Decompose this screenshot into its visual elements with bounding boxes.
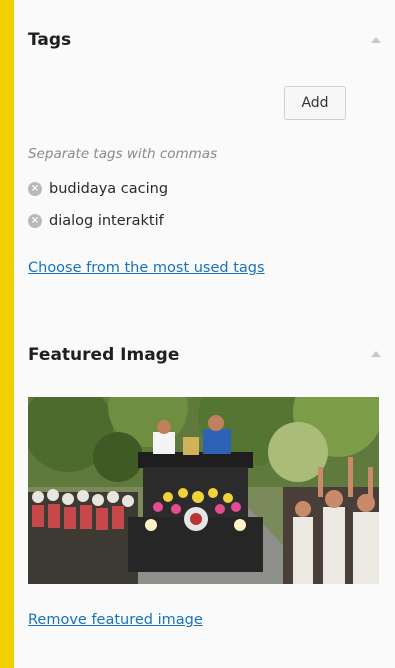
sidebar-panel: Tags Add Separate tags with commas × bud… <box>14 0 395 668</box>
tag-label: dialog interaktif <box>49 213 164 229</box>
add-tag-button[interactable]: Add <box>284 86 346 120</box>
remove-tag-icon[interactable]: × <box>28 182 42 196</box>
tags-box-title: Tags <box>28 30 72 50</box>
tags-collapse-icon[interactable] <box>371 37 381 43</box>
tags-howto: Separate tags with commas <box>28 146 218 162</box>
tag-item: × budidaya cacing <box>28 178 168 200</box>
tag-label: budidaya cacing <box>49 181 169 197</box>
featured-collapse-icon[interactable] <box>371 351 381 357</box>
featured-image-title: Featured Image <box>28 345 180 365</box>
remove-tag-icon[interactable]: × <box>28 214 42 228</box>
tag-item: × dialog interaktif <box>28 210 164 232</box>
most-used-tags-link[interactable]: Choose from the most used tags <box>28 260 265 276</box>
remove-featured-image-link[interactable]: Remove featured image <box>28 612 203 628</box>
featured-image[interactable] <box>28 397 379 584</box>
tag-input[interactable] <box>28 88 280 122</box>
featured-image-photo <box>28 397 379 584</box>
